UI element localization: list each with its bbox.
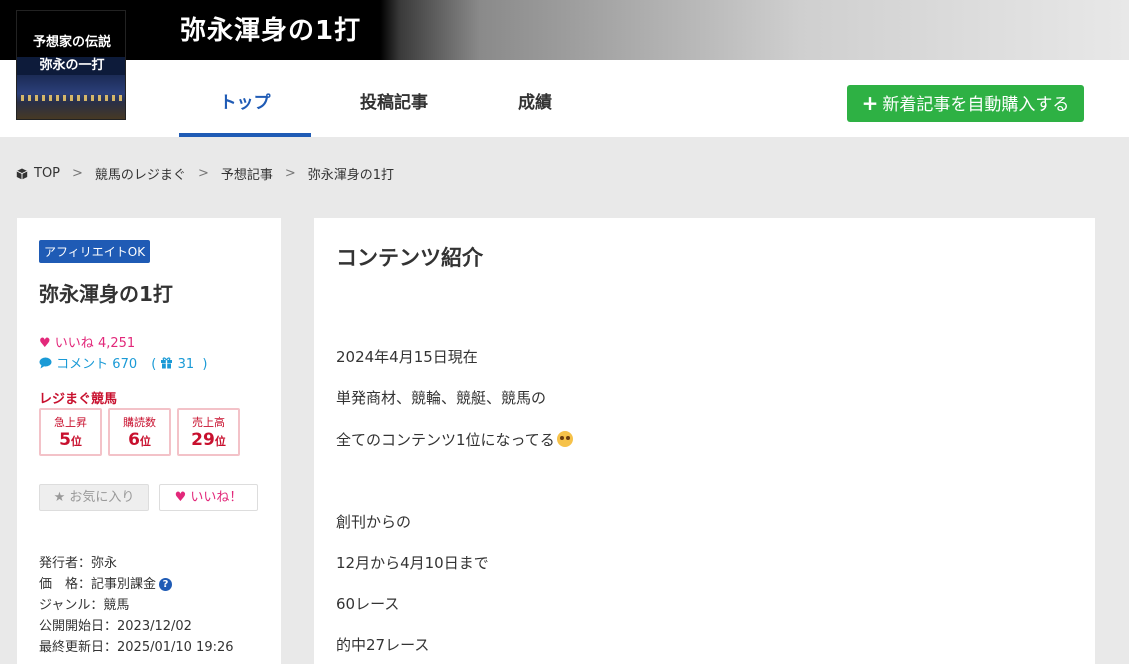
favorite-label: お気に入り xyxy=(69,490,135,505)
comments-label: コメント xyxy=(56,357,109,372)
content-paragraph-text: 全てのコンテンツ1位になってる xyxy=(336,431,555,449)
rank-value: 29 xyxy=(191,430,215,450)
gifts-number: 31 xyxy=(177,357,195,372)
meta-publisher: 発行者：弥永 xyxy=(39,556,118,571)
content-paragraph: 60レース xyxy=(336,595,400,613)
plus-icon: + xyxy=(861,91,879,115)
content-paragraph: 創刊からの xyxy=(336,513,412,531)
auto-buy-button[interactable]: + 新着記事を自動購入する xyxy=(847,85,1084,122)
content-paragraph: 12月から4月10日まで xyxy=(336,554,489,572)
rank-value: 5 xyxy=(59,430,71,450)
content-paragraph: 2024年4月15日現在 xyxy=(336,348,478,366)
content-paragraph: 的中27レース xyxy=(336,636,430,654)
ranking-label: レジまぐ競馬 xyxy=(39,392,118,407)
logo-line-1: 予想家の伝説 xyxy=(32,35,111,50)
breadcrumb-prediction-articles[interactable]: 予想記事 xyxy=(221,164,273,183)
meta-updated-date: 最終更新日：2025/01/10 19:26 xyxy=(39,640,234,655)
cube-icon xyxy=(16,168,28,179)
chevron-right-icon: > xyxy=(284,166,296,181)
breadcrumb-keiba-regimag[interactable]: 競馬のレジまぐ xyxy=(95,164,186,183)
ranking-sales: 売上高 29位 xyxy=(177,408,240,456)
chevron-right-icon: > xyxy=(72,166,83,181)
meta-genre: ジャンル：競馬 xyxy=(39,598,130,613)
publisher-logo[interactable]: 予想家の伝説 弥永の一打 xyxy=(16,10,126,120)
comments-count[interactable]: コメント 670 ( 31 ) xyxy=(39,353,207,372)
logo-lights xyxy=(21,95,123,101)
rank-unit: 位 xyxy=(139,435,151,448)
chevron-right-icon: > xyxy=(197,166,209,181)
likes-count: ♥ いいね 4,251 xyxy=(39,332,135,351)
likes-number: 4,251 xyxy=(97,336,136,351)
logo-line-2: 弥永の一打 xyxy=(39,58,105,73)
section-heading: コンテンツ紹介 xyxy=(336,246,483,270)
rank-value: 6 xyxy=(128,430,140,450)
meta-price-text: 価 格：記事別課金 xyxy=(39,577,157,592)
affiliate-badge: アフィリエイトOK xyxy=(39,240,151,263)
like-label: いいね！ xyxy=(190,490,243,505)
rank-label: 売上高 xyxy=(192,416,225,429)
breadcrumb-top[interactable]: TOP xyxy=(34,166,60,181)
heart-icon: ♥ xyxy=(174,490,187,505)
content-paragraph: 全てのコンテンツ1位になってる xyxy=(336,429,573,450)
star-icon: ★ xyxy=(53,490,66,505)
face-emoji-icon xyxy=(556,431,573,447)
breadcrumb: TOP > 競馬のレジまぐ > 予想記事 > 弥永渾身の1打 xyxy=(16,164,394,183)
sidebar-profile: アフィリエイトOK 弥永渾身の1打 ♥ いいね 4,251 コメント 670 (… xyxy=(17,218,281,664)
rank-label: 購読数 xyxy=(123,416,156,429)
ranking-subscribers: 購読数 6位 xyxy=(108,408,171,456)
comments-number: 670 xyxy=(112,357,138,372)
meta-price: 価 格：記事別課金? xyxy=(39,573,173,592)
breadcrumb-current: 弥永渾身の1打 xyxy=(307,168,395,183)
question-icon[interactable]: ? xyxy=(159,578,173,591)
rank-label: 急上昇 xyxy=(54,416,87,429)
rank-unit: 位 xyxy=(70,435,82,448)
meta-start-date: 公開開始日：2023/12/02 xyxy=(39,619,192,634)
ranking-rising: 急上昇 5位 xyxy=(39,408,102,456)
tab-posts[interactable]: 投稿記事 xyxy=(335,78,453,137)
content-paragraph: 単発商材、競輪、競艇、競馬の xyxy=(336,389,547,407)
banner-title: 弥永渾身の1打 xyxy=(180,16,362,46)
magazine-title: 弥永渾身の1打 xyxy=(39,282,173,306)
like-button[interactable]: ♥ いいね！ xyxy=(159,484,258,511)
favorite-button[interactable]: ★ お気に入り xyxy=(39,484,149,511)
gift-icon xyxy=(161,357,173,369)
tab-results[interactable]: 成績 xyxy=(480,78,590,137)
content-introduction: コンテンツ紹介 2024年4月15日現在 単発商材、競輪、競艇、競馬の 全てのコ… xyxy=(314,218,1095,664)
site-header: 弥永渾身の1打 予想家の伝説 弥永の一打 トップ 投稿記事 成績 + 新着記事を自… xyxy=(0,0,1129,137)
heart-icon: ♥ xyxy=(39,336,51,351)
header-banner: 弥永渾身の1打 xyxy=(0,0,1129,60)
rank-unit: 位 xyxy=(214,435,226,448)
speech-bubble-icon xyxy=(39,357,52,369)
likes-label: いいね xyxy=(54,336,94,351)
tab-top[interactable]: トップ xyxy=(179,78,311,137)
auto-buy-label: 新着記事を自動購入する xyxy=(882,95,1070,115)
